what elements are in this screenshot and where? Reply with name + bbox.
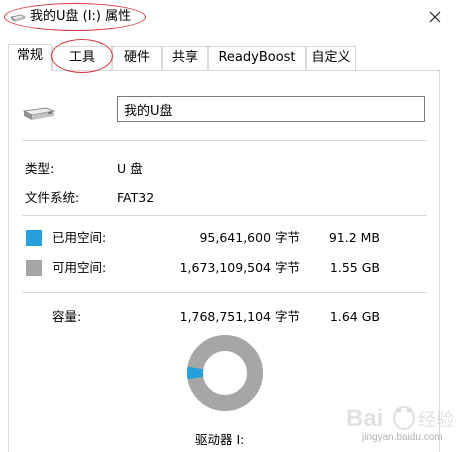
free-space-size: 1.55 GB	[329, 260, 380, 275]
drive-name-input[interactable]	[117, 96, 425, 122]
type-value: U 盘	[117, 161, 143, 176]
divider-top	[22, 140, 427, 141]
close-button[interactable]	[420, 4, 450, 30]
free-space-swatch	[26, 260, 42, 276]
usb-drive-large-icon	[22, 107, 56, 120]
watermark-url: jingyan.baidu.com	[362, 432, 443, 443]
divider-middle	[22, 215, 427, 216]
tab-readyboost[interactable]: ReadyBoost	[208, 46, 306, 70]
used-space-size: 91.2 MB	[328, 230, 380, 245]
svg-text:Bai: Bai	[346, 405, 383, 432]
usage-donut	[186, 334, 264, 412]
divider-bottom	[22, 292, 427, 293]
used-space-label: 已用空间:	[52, 230, 107, 245]
filesystem-label: 文件系统:	[25, 190, 80, 205]
free-space-bytes: 1,673,109,504 字节	[179, 260, 300, 275]
title-highlight-circle	[4, 3, 146, 31]
used-space-swatch	[26, 230, 42, 246]
drive-caption: 驱动器 I:	[195, 432, 245, 447]
donut-free-ring	[187, 335, 263, 411]
svg-text:经验: 经验	[418, 410, 454, 431]
tab-sharing[interactable]: 共享	[162, 46, 208, 70]
tab-hardware[interactable]: 硬件	[112, 46, 162, 70]
title-bar: 我的U盘 (I:) 属性	[0, 0, 460, 36]
tools-tab-highlight-circle	[51, 39, 113, 73]
capacity-size: 1.64 GB	[329, 309, 380, 324]
tab-general[interactable]: 常规	[8, 44, 52, 71]
capacity-label: 容量:	[52, 309, 82, 324]
usage-donut-chart	[187, 335, 263, 411]
close-icon	[429, 11, 441, 23]
capacity-bytes: 1,768,751,104 字节	[179, 309, 300, 324]
type-label: 类型:	[25, 161, 55, 176]
used-space-bytes: 95,641,600 字节	[199, 230, 300, 245]
free-space-label: 可用空间:	[52, 260, 107, 275]
filesystem-value: FAT32	[117, 190, 155, 205]
tab-customize[interactable]: 自定义	[306, 46, 356, 70]
